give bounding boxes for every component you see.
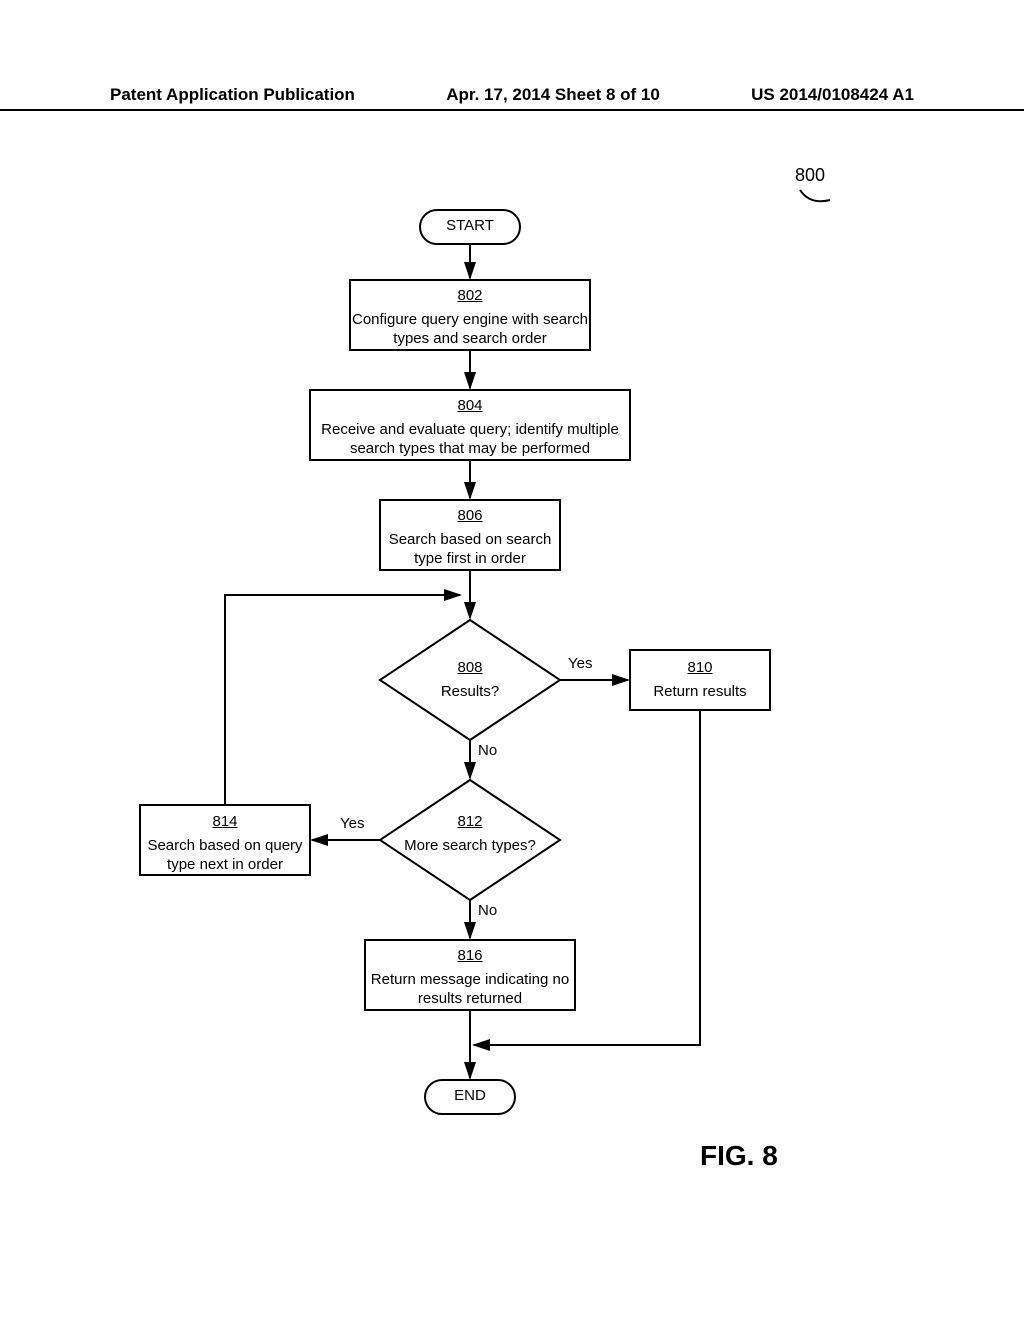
node-808-text: 808 Results? xyxy=(400,658,540,701)
node-804-text: 804 Receive and evaluate query; identify… xyxy=(310,396,630,459)
start-label: START xyxy=(420,217,520,234)
figure-label: FIG. 8 xyxy=(700,1140,778,1172)
end-label: END xyxy=(425,1087,515,1104)
page-header: Patent Application Publication Apr. 17, … xyxy=(0,85,1024,111)
label-812-yes: Yes xyxy=(340,815,364,832)
ref-number: 800 xyxy=(795,165,825,186)
node-816-text: 816 Return message indicating no results… xyxy=(365,946,575,1009)
flowchart-diagram: 800 START 802 Configure query engine wit… xyxy=(0,150,1024,1250)
header-right: US 2014/0108424 A1 xyxy=(751,85,914,105)
node-812-text: 812 More search types? xyxy=(400,812,540,855)
node-802-text: 802 Configure query engine with search t… xyxy=(350,286,590,349)
label-808-yes: Yes xyxy=(568,655,592,672)
label-808-no: No xyxy=(478,742,497,759)
header-center: Apr. 17, 2014 Sheet 8 of 10 xyxy=(446,85,660,105)
node-814-text: 814 Search based on query type next in o… xyxy=(140,812,310,875)
label-812-no: No xyxy=(478,902,497,919)
node-806-text: 806 Search based on search type first in… xyxy=(380,506,560,569)
node-810-text: 810 Return results xyxy=(630,658,770,701)
header-left: Patent Application Publication xyxy=(110,85,355,105)
